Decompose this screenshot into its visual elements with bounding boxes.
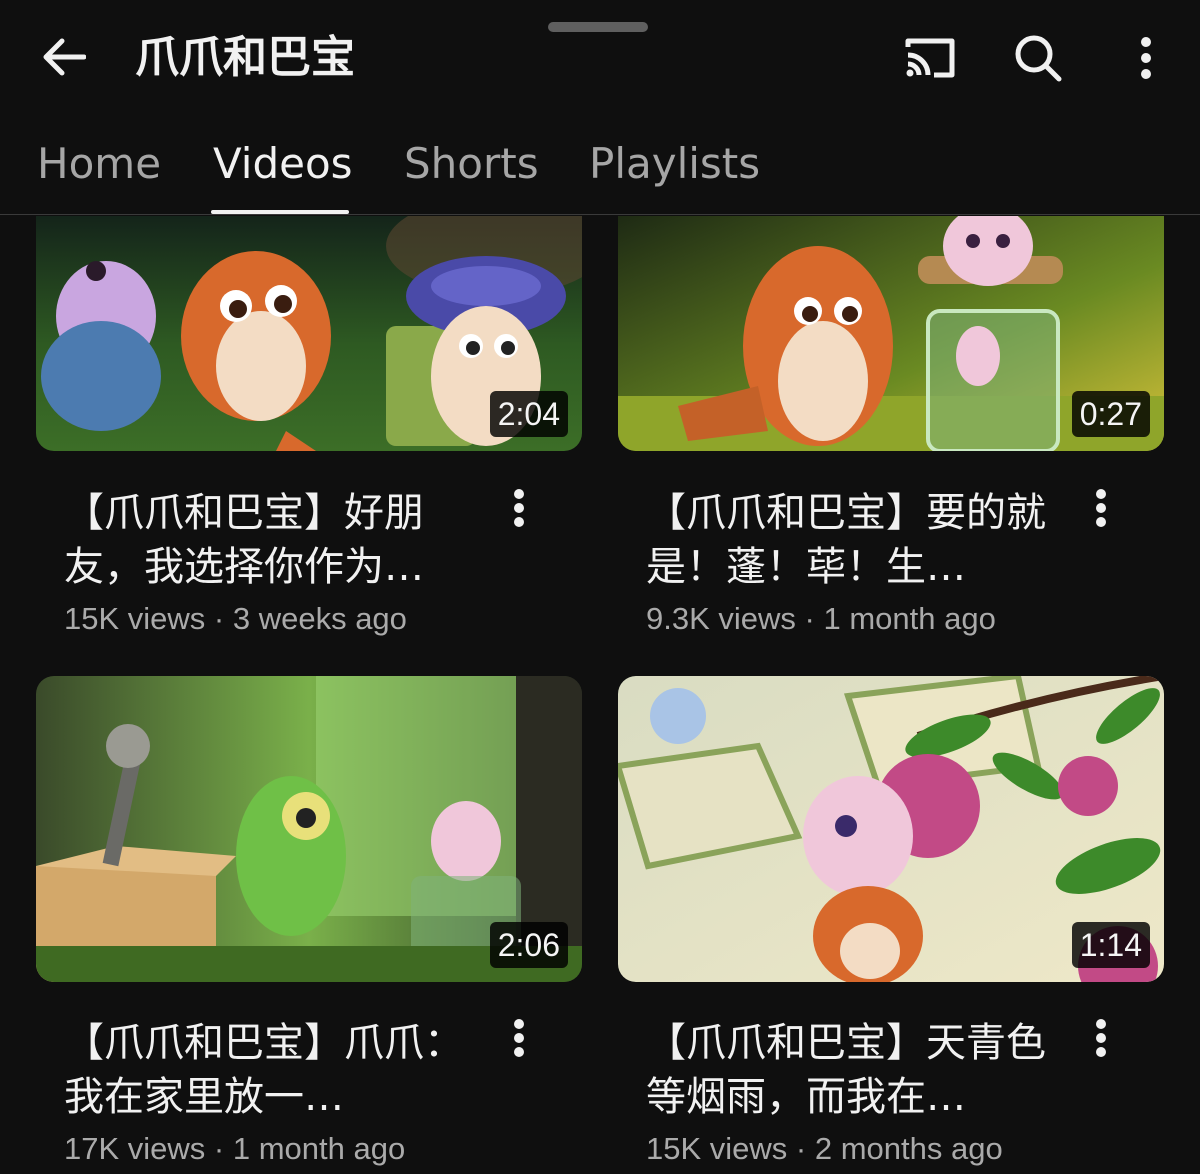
upload-age: 2 months ago	[814, 1131, 1003, 1166]
tab-home[interactable]: Home	[37, 138, 161, 190]
upload-age: 1 month ago	[823, 601, 996, 636]
more-vert-icon	[514, 489, 524, 527]
video-card: 2:06 【爪爪和巴宝】爪爪：我在家里放一… 17K views · 1 mon…	[36, 676, 584, 1174]
view-count: 17K views	[64, 1131, 206, 1166]
video-card: 0:27 【爪爪和巴宝】要的就是！蓬！荜！生… 9.3K views · 1 m…	[618, 216, 1166, 656]
video-thumbnail[interactable]: 0:27	[618, 216, 1164, 451]
video-metadata: 15K views · 3 weeks ago	[64, 601, 407, 636]
channel-tabs: Home Videos Shorts Playlists	[0, 118, 1200, 215]
view-count: 15K views	[64, 601, 206, 636]
video-duration: 0:27	[1071, 391, 1150, 437]
cast-button[interactable]	[900, 28, 960, 88]
more-vert-icon	[1096, 489, 1106, 527]
tab-videos[interactable]: Videos	[213, 138, 353, 190]
active-tab-indicator	[211, 210, 349, 214]
upload-age: 1 month ago	[232, 1131, 406, 1166]
video-options-button[interactable]	[1081, 480, 1121, 536]
video-options-button[interactable]	[499, 1010, 539, 1066]
video-title[interactable]: 【爪爪和巴宝】天青色等烟雨，而我在…	[646, 1016, 1066, 1124]
back-button[interactable]	[36, 30, 90, 84]
tab-playlists[interactable]: Playlists	[589, 138, 760, 190]
video-card: 1:14 【爪爪和巴宝】天青色等烟雨，而我在… 15K views · 2 mo…	[618, 676, 1166, 1174]
video-title[interactable]: 【爪爪和巴宝】好朋友，我选择你作为…	[64, 486, 484, 594]
video-thumbnail[interactable]: 1:14	[618, 676, 1164, 982]
more-vert-icon	[1141, 37, 1151, 79]
upload-age: 3 weeks ago	[232, 601, 407, 636]
back-arrow-icon	[43, 38, 86, 76]
video-options-button[interactable]	[1081, 1010, 1121, 1066]
more-options-button[interactable]	[1118, 28, 1174, 88]
video-metadata: 17K views · 1 month ago	[64, 1131, 406, 1166]
top-app-bar: 爪爪和巴宝	[0, 0, 1200, 118]
channel-title: 爪爪和巴宝	[135, 32, 355, 83]
more-vert-icon	[514, 1019, 524, 1057]
video-title[interactable]: 【爪爪和巴宝】爪爪：我在家里放一…	[64, 1016, 484, 1124]
cast-icon	[905, 38, 955, 78]
search-icon	[1015, 35, 1062, 82]
video-thumbnail[interactable]: 2:04	[36, 216, 582, 451]
video-duration: 1:14	[1071, 922, 1150, 968]
tab-shorts[interactable]: Shorts	[404, 138, 539, 190]
video-duration: 2:06	[489, 922, 568, 968]
more-vert-icon	[1096, 1019, 1106, 1057]
view-count: 15K views	[646, 1131, 788, 1166]
video-options-button[interactable]	[499, 480, 539, 536]
video-metadata: 15K views · 2 months ago	[646, 1131, 1003, 1166]
video-title[interactable]: 【爪爪和巴宝】要的就是！蓬！荜！生…	[646, 486, 1066, 594]
video-thumbnail[interactable]: 2:06	[36, 676, 582, 982]
video-card: 2:04 【爪爪和巴宝】好朋友，我选择你作为… 15K views · 3 we…	[36, 216, 584, 656]
view-count: 9.3K views	[646, 601, 796, 636]
search-button[interactable]	[1008, 28, 1068, 88]
video-duration: 2:04	[489, 391, 568, 437]
video-metadata: 9.3K views · 1 month ago	[646, 601, 996, 636]
